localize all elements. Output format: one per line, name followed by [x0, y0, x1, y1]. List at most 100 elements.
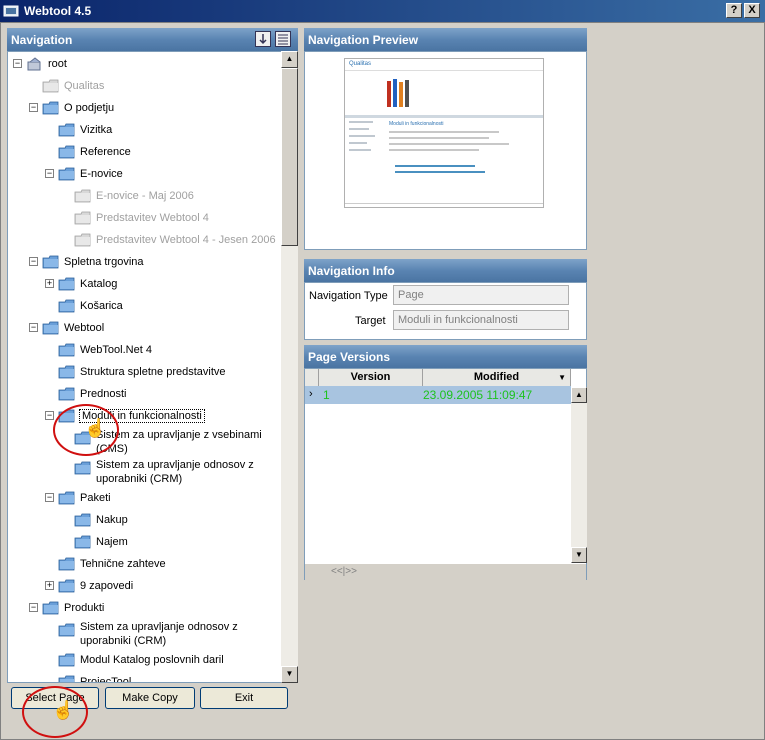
exit-button[interactable]: Exit [200, 687, 288, 709]
collapse-icon[interactable]: − [29, 257, 38, 266]
tree-item[interactable]: − Paketi [8, 488, 283, 510]
scroll-thumb[interactable] [281, 68, 298, 246]
tree-item-label: ProjecTool [80, 676, 132, 683]
folder-icon [42, 100, 60, 116]
tree-item[interactable]: Najem [8, 532, 283, 554]
tree-item-label: Paketi [80, 492, 111, 504]
tree-item[interactable]: Vizitka [8, 120, 283, 142]
folder-icon [42, 600, 60, 616]
tree-item[interactable]: − Spletna trgovina [8, 252, 283, 274]
folder-icon [74, 188, 92, 204]
tree-item-label: Predstavitev Webtool 4 - Jesen 2006 [96, 234, 276, 246]
info-header: Navigation Info [304, 259, 587, 282]
versions-pager[interactable]: <<|>> [305, 564, 586, 580]
navigation-title: Navigation [11, 33, 73, 47]
tree-item-label: Webtool [64, 322, 105, 334]
tree-item-label: E-novice [80, 168, 123, 180]
collapse-icon[interactable]: − [29, 103, 38, 112]
tree-scrollbar[interactable]: ▲ ▼ [281, 51, 298, 683]
expand-icon[interactable]: + [45, 581, 54, 590]
tree-item-label: Sistem za upravljanje odnosov z uporabni… [80, 621, 238, 647]
tree-item-label: Qualitas [64, 80, 105, 92]
close-button[interactable]: X [744, 3, 760, 18]
tree-item[interactable]: E-novice - Maj 2006 [8, 186, 283, 208]
list-view-icon[interactable] [275, 31, 291, 47]
tree-item[interactable]: − O podjetju [8, 98, 283, 120]
tree-item[interactable]: + Katalog [8, 274, 283, 296]
folder-icon [58, 166, 76, 182]
tree-item[interactable]: Sistem za upravljanje odnosov z uporabni… [8, 458, 283, 488]
tree-item-label: root [48, 58, 67, 70]
navigation-tree[interactable]: − root Qualitas − O podjetju Vizitka Reference… [7, 51, 298, 683]
tree-item[interactable]: − E-novice [8, 164, 283, 186]
collapse-icon[interactable]: − [45, 411, 54, 420]
tree-item[interactable]: Prednosti [8, 384, 283, 406]
scroll-down-button[interactable]: ▼ [281, 666, 298, 683]
tree-item-label: Modul Katalog poslovnih daril [80, 654, 224, 666]
folder-icon [42, 254, 60, 270]
info-title: Navigation Info [308, 264, 395, 278]
versions-scrollbar[interactable]: ▲ ▼ [571, 387, 587, 563]
folder-icon [74, 210, 92, 226]
version-cell: 1 [323, 388, 330, 402]
tree-item-label: Prednosti [80, 388, 127, 400]
collapse-icon[interactable]: − [29, 323, 38, 332]
sort-icon[interactable] [255, 31, 271, 47]
collapse-icon[interactable]: − [13, 59, 22, 68]
tree-item[interactable]: − Moduli in funkcionalnosti [8, 406, 283, 428]
tree-item[interactable]: Modul Katalog poslovnih daril [8, 650, 283, 672]
folder-icon [58, 364, 76, 380]
help-button[interactable]: ? [726, 3, 742, 18]
tree-item[interactable]: Sistem za upravljanje z vsebinami (CMS) [8, 428, 283, 458]
collapse-icon[interactable]: − [45, 169, 54, 178]
folder-icon [58, 342, 76, 358]
tree-item[interactable]: ProjecTool [8, 672, 283, 683]
row-selector-icon: › [309, 388, 313, 400]
tree-item[interactable]: Tehnične zahteve [8, 554, 283, 576]
window-title: Webtool 4.5 [24, 4, 92, 18]
root-icon [26, 56, 44, 72]
tree-item[interactable]: − Produkti [8, 598, 283, 620]
collapse-icon[interactable]: − [29, 603, 38, 612]
tree-item[interactable]: − Webtool [8, 318, 283, 340]
table-row[interactable]: › 1 23.09.2005 11:09:47 [305, 386, 571, 404]
thumbnail-menu [349, 121, 379, 181]
folder-icon [58, 386, 76, 402]
tree-item[interactable]: Nakup [8, 510, 283, 532]
folder-icon [58, 490, 76, 506]
versions-header: Page Versions [304, 345, 587, 368]
tree-item[interactable]: Sistem za upravljanje odnosov z uporabni… [8, 620, 283, 650]
title-bar: Webtool 4.5 ? X [0, 0, 765, 22]
folder-icon [58, 622, 76, 638]
tree-item-label: Vizitka [80, 124, 113, 136]
tree-item[interactable]: WebTool.Net 4 [8, 340, 283, 362]
thumbnail-heading: Moduli in funkcionalnosti [389, 121, 444, 127]
version-column-header[interactable]: Version [319, 369, 423, 387]
collapse-icon[interactable]: − [45, 493, 54, 502]
preview-title: Navigation Preview [308, 33, 419, 47]
tree-item[interactable]: Košarica [8, 296, 283, 318]
tree-item[interactable]: Predstavitev Webtool 4 - Jesen 2006 [8, 230, 283, 252]
versions-grid[interactable]: Version Modified ▼ › 1 23.09.2005 11:09:… [304, 368, 587, 580]
tree-item-label: Reference [80, 146, 131, 158]
info-panel: Navigation Type Page Target Moduli in fu… [304, 282, 587, 340]
tree-item[interactable]: +9 zapovedi [8, 576, 283, 598]
modified-column-header[interactable]: Modified ▼ [423, 369, 571, 387]
page-thumbnail: Qualitas Moduli in funkcionalnosti [344, 58, 544, 208]
tree-item-label: Najem [96, 536, 128, 548]
tree-item[interactable]: − root [8, 54, 283, 76]
versions-scroll-up[interactable]: ▲ [571, 387, 587, 403]
versions-scroll-down[interactable]: ▼ [571, 547, 587, 563]
tree-item[interactable]: Reference [8, 142, 283, 164]
app-icon [3, 5, 19, 17]
tree-item[interactable]: Struktura spletne predstavitve [8, 362, 283, 384]
make-copy-button[interactable]: Make Copy [105, 687, 195, 709]
hand-cursor-icon: ☝ [84, 418, 107, 438]
folder-icon [74, 534, 92, 550]
tree-item-label: O podjetju [64, 102, 115, 114]
expand-icon[interactable]: + [45, 279, 54, 288]
scroll-up-button[interactable]: ▲ [281, 51, 298, 68]
folder-icon [58, 144, 76, 160]
tree-item[interactable]: Predstavitev Webtool 4 [8, 208, 283, 230]
tree-item[interactable]: Qualitas [8, 76, 283, 98]
